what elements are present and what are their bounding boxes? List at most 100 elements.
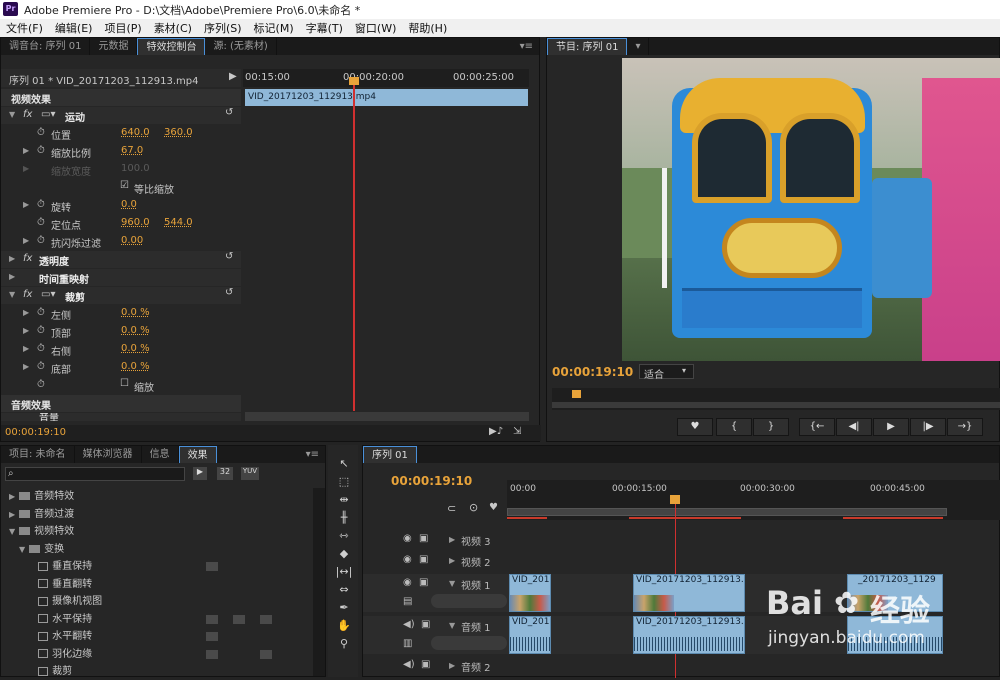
play-audio-icon[interactable]: ▶♪ [489,426,503,437]
time-remap-row[interactable]: ▶ 时间重映射 [1,269,241,286]
anchor-y-value[interactable]: 544.0 [164,217,193,228]
zoom-checkbox[interactable]: ☐ [120,378,129,389]
effects-tree-item[interactable]: 水平翻转 [1,628,311,645]
expand-icon[interactable]: ▶ [23,344,29,353]
link-icon[interactable]: ⊙ [469,501,478,514]
panel-menu-icon[interactable]: ▾≡ [520,41,539,52]
effects-tree-item[interactable]: ▶ 音频过渡 [1,506,311,523]
expand-icon[interactable]: ▼ [9,110,15,119]
expand-icon[interactable]: ▶ [9,254,15,263]
play-only-icon[interactable]: ▶ [229,71,237,82]
ripple-edit-tool-icon[interactable]: ⇹ [333,493,355,509]
effects-tree-item[interactable]: 水平保持 [1,611,311,628]
eye-icon[interactable]: ◉ [403,533,412,544]
lock-icon[interactable]: ▣ [419,533,428,544]
menu-marker[interactable]: 标记(M) [248,20,300,36]
motion-row[interactable]: ▼ fx ▭▾ 运动 ↺ [1,107,241,124]
yuv-effects-icon[interactable]: YUV [241,467,259,480]
effects-tree-item[interactable]: 垂直翻转 [1,576,311,593]
effects-scrollbar[interactable] [313,488,325,676]
fit-dropdown[interactable]: 适合 ▾ [639,364,694,381]
speaker-icon[interactable]: ◀) [403,659,415,670]
expand-icon[interactable]: ▶ [9,510,15,519]
expand-icon[interactable]: ▶ [9,492,15,501]
lock-icon[interactable]: ▣ [419,554,428,565]
audio-clip[interactable]: VID_201 [509,616,551,654]
stopwatch-icon[interactable]: ⏱ [37,325,45,336]
fx-icon[interactable]: fx [23,289,32,300]
step-back-button[interactable]: ◀| [836,418,872,436]
program-timecode[interactable]: 00:00:19:10 [552,365,633,379]
play-button[interactable]: ▶ [873,418,909,436]
expand-icon[interactable]: ▶ [449,556,455,565]
playhead-handle-icon[interactable] [349,77,359,85]
eye-icon[interactable]: ◉ [403,554,412,565]
reset-icon[interactable]: ↺ [225,287,233,298]
stopwatch-icon[interactable]: ⏱ [37,307,45,318]
rate-stretch-tool-icon[interactable]: ⇿ [333,529,355,545]
panel-menu-icon[interactable]: ▾≡ [306,449,325,460]
effects-tree-item[interactable]: ▼ 视频特效 [1,523,311,540]
effects-tree-item[interactable]: ▶ 音频特效 [1,488,311,505]
menu-window[interactable]: 窗口(W) [349,20,402,36]
timeline-ruler[interactable]: 00:00 00:00:15:00 00:00:30:00 00:00:45:0… [507,480,1000,520]
stopwatch-icon[interactable]: ⏱ [37,145,45,156]
keyframe-nav[interactable] [431,636,507,650]
menu-file[interactable]: 文件(F) [0,20,49,36]
effects-tree-item[interactable]: 垂直保持 [1,558,311,575]
fx-icon[interactable]: fx [23,109,32,120]
tab-info[interactable]: 信息 [142,446,179,463]
expand-icon[interactable]: ▶ [23,200,29,209]
stopwatch-icon[interactable]: ⏱ [37,235,45,246]
expand-icon[interactable]: ▶ [23,362,29,371]
expand-icon[interactable]: ▶ [23,236,29,245]
ec-clip-bar[interactable]: VID_20171203_112913.mp4 [245,89,528,106]
expand-icon[interactable]: ▶ [23,326,29,335]
work-area-bar[interactable] [507,508,947,516]
expand-icon[interactable]: ▼ [449,621,455,630]
tab-sequence[interactable]: 序列 01 [363,446,417,463]
expand-icon[interactable]: ▶ [449,661,455,670]
program-tab-menu-icon[interactable]: ▾ [627,38,650,55]
hand-tool-icon[interactable]: ✋ [333,619,355,635]
video-frame[interactable] [622,58,1000,361]
effects-search-input[interactable]: ⌕ [5,467,185,481]
speaker-icon[interactable]: ◀) [403,619,415,630]
tab-source[interactable]: 源: (无素材) [205,38,277,55]
lock-icon[interactable]: ▣ [421,659,430,670]
reset-icon[interactable]: ↺ [225,107,233,118]
stopwatch-icon[interactable]: ⏱ [37,343,45,354]
expand-icon[interactable]: ▼ [9,290,15,299]
lock-icon[interactable]: ▣ [419,577,428,588]
audio-clip[interactable]: VID_20171203_112913.m [633,616,745,654]
pen-tool-icon[interactable]: ✒ [333,601,355,617]
slide-tool-icon[interactable]: ⇔ [333,583,355,599]
timeline-timecode[interactable]: 00:00:19:10 [391,474,472,488]
accelerated-effects-icon[interactable]: ▶ [193,467,207,480]
mark-out-button[interactable]: } [753,418,789,436]
reset-icon[interactable]: ↺ [225,251,233,262]
expand-icon[interactable]: ▼ [9,527,15,536]
tab-audio-mixer[interactable]: 调音台: 序列 01 [1,38,91,55]
display-style-icon[interactable]: ▤ [403,596,412,607]
uniform-scale-checkbox[interactable]: ☑ [120,180,129,191]
zoom-tool-icon[interactable]: ⚲ [333,637,355,653]
waveform-icon[interactable]: ▥ [403,638,412,649]
effects-tree-item[interactable]: ▼ 变换 [1,541,311,558]
stopwatch-icon[interactable]: ⏱ [37,217,45,228]
expand-icon[interactable]: ▶ [23,146,29,155]
crop-row[interactable]: ▼ fx ▭▾ 裁剪 ↺ [1,287,241,304]
expand-icon[interactable]: ▶ [449,535,455,544]
stopwatch-icon[interactable]: ⏱ [37,361,45,372]
eye-icon[interactable]: ◉ [403,577,412,588]
effects-tree-item[interactable]: 摄像机视图 [1,593,311,610]
menu-project[interactable]: 项目(P) [98,20,147,36]
volume-row[interactable]: 音量 [1,413,241,421]
position-x-value[interactable]: 640.0 [121,127,150,138]
stopwatch-icon[interactable]: ⏱ [37,379,45,390]
anchor-x-value[interactable]: 960.0 [121,217,150,228]
marker-icon[interactable]: ♥ [489,502,498,513]
rotation-value[interactable]: 0.0 [121,199,137,210]
go-to-out-button[interactable]: →} [947,418,983,436]
expand-icon[interactable]: ▼ [449,579,455,588]
